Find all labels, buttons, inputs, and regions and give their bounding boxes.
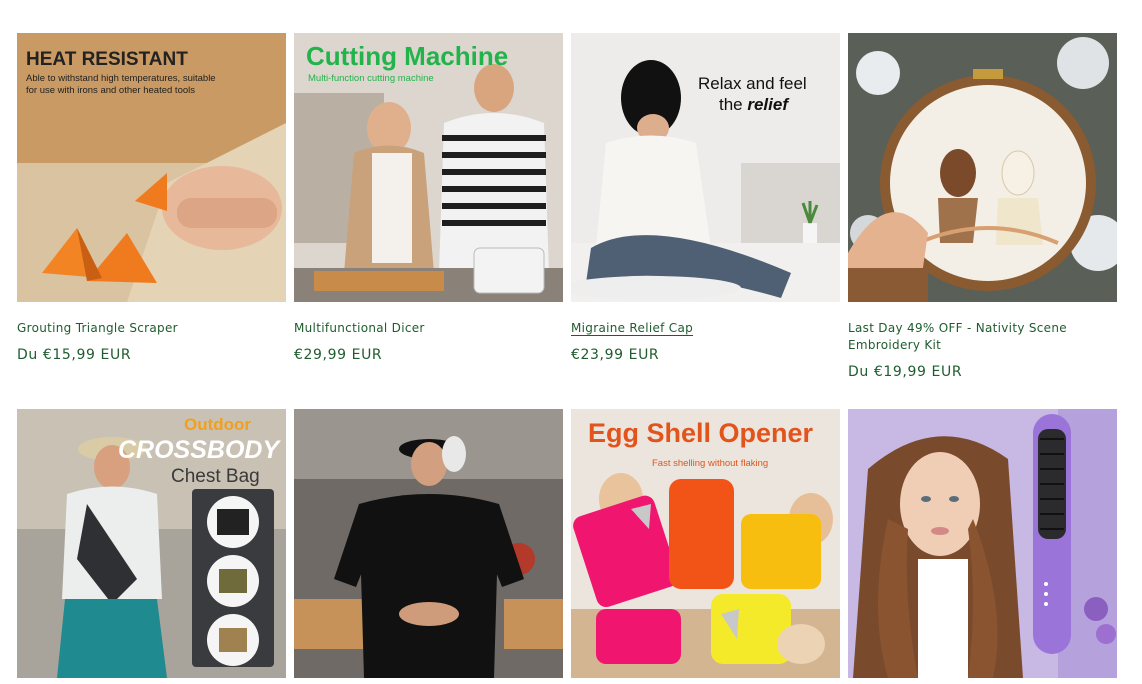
product-price: Du €15,99 EUR [17,347,132,363]
image-headline: Relax and feel [698,74,807,93]
product-image[interactable] [848,409,1117,678]
embroidery-kit-photo [848,33,1117,302]
image-headline: Outdoor [184,415,252,434]
hair-straightener-brush-photo [848,409,1117,678]
product-card[interactable]: HEAT RESISTANT Able to withstand high te… [17,33,286,409]
product-card[interactable]: Relax and feel the relief Migraine Relie… [571,33,840,409]
product-image[interactable]: Relax and feel the relief [571,33,840,302]
product-price: €23,99 EUR [571,347,660,363]
tshirt-photo [294,409,563,678]
product-image[interactable] [848,33,1117,302]
product-card[interactable] [848,409,1117,678]
product-image[interactable]: HEAT RESISTANT Able to withstand high te… [17,33,286,302]
product-card[interactable] [294,409,563,678]
product-title[interactable]: Multifunctional Dicer [294,320,563,337]
product-image[interactable] [294,409,563,678]
egg-opener-photo [571,409,840,678]
product-card[interactable]: Last Day 49% OFF - Nativity Scene Embroi… [848,33,1117,409]
product-image[interactable]: Egg Shell Opener Fast shelling without f… [571,409,840,678]
image-headline-2: the relief [719,95,788,114]
image-headline-3: Chest Bag [171,466,260,487]
product-card[interactable]: Outdoor CROSSBODY Chest Bag [17,409,286,678]
image-subline: Fast shelling without flaking [652,458,769,469]
image-headline: HEAT RESISTANT [26,49,188,70]
product-card[interactable]: Egg Shell Opener Fast shelling without f… [571,409,840,678]
product-image[interactable]: Cutting Machine Multi-function cutting m… [294,33,563,302]
image-headline: Cutting Machine [306,41,509,71]
product-price: Du €19,99 EUR [848,364,963,380]
product-price: €29,99 EUR [294,347,383,363]
product-title[interactable]: Grouting Triangle Scraper [17,320,286,337]
image-subline: for use with irons and other heated tool… [26,85,195,96]
image-subline: Multi-function cutting machine [308,73,434,84]
product-grid: HEAT RESISTANT Able to withstand high te… [17,33,1117,678]
product-card[interactable]: Cutting Machine Multi-function cutting m… [294,33,563,409]
image-headline: Egg Shell Opener [588,418,814,448]
product-title[interactable]: Migraine Relief Cap [571,320,840,337]
product-title[interactable]: Last Day 49% OFF - Nativity Scene Embroi… [848,320,1117,354]
product-image[interactable]: Outdoor CROSSBODY Chest Bag [17,409,286,678]
image-headline-2: CROSSBODY [118,436,280,464]
image-subline: Able to withstand high temperatures, sui… [26,73,216,84]
